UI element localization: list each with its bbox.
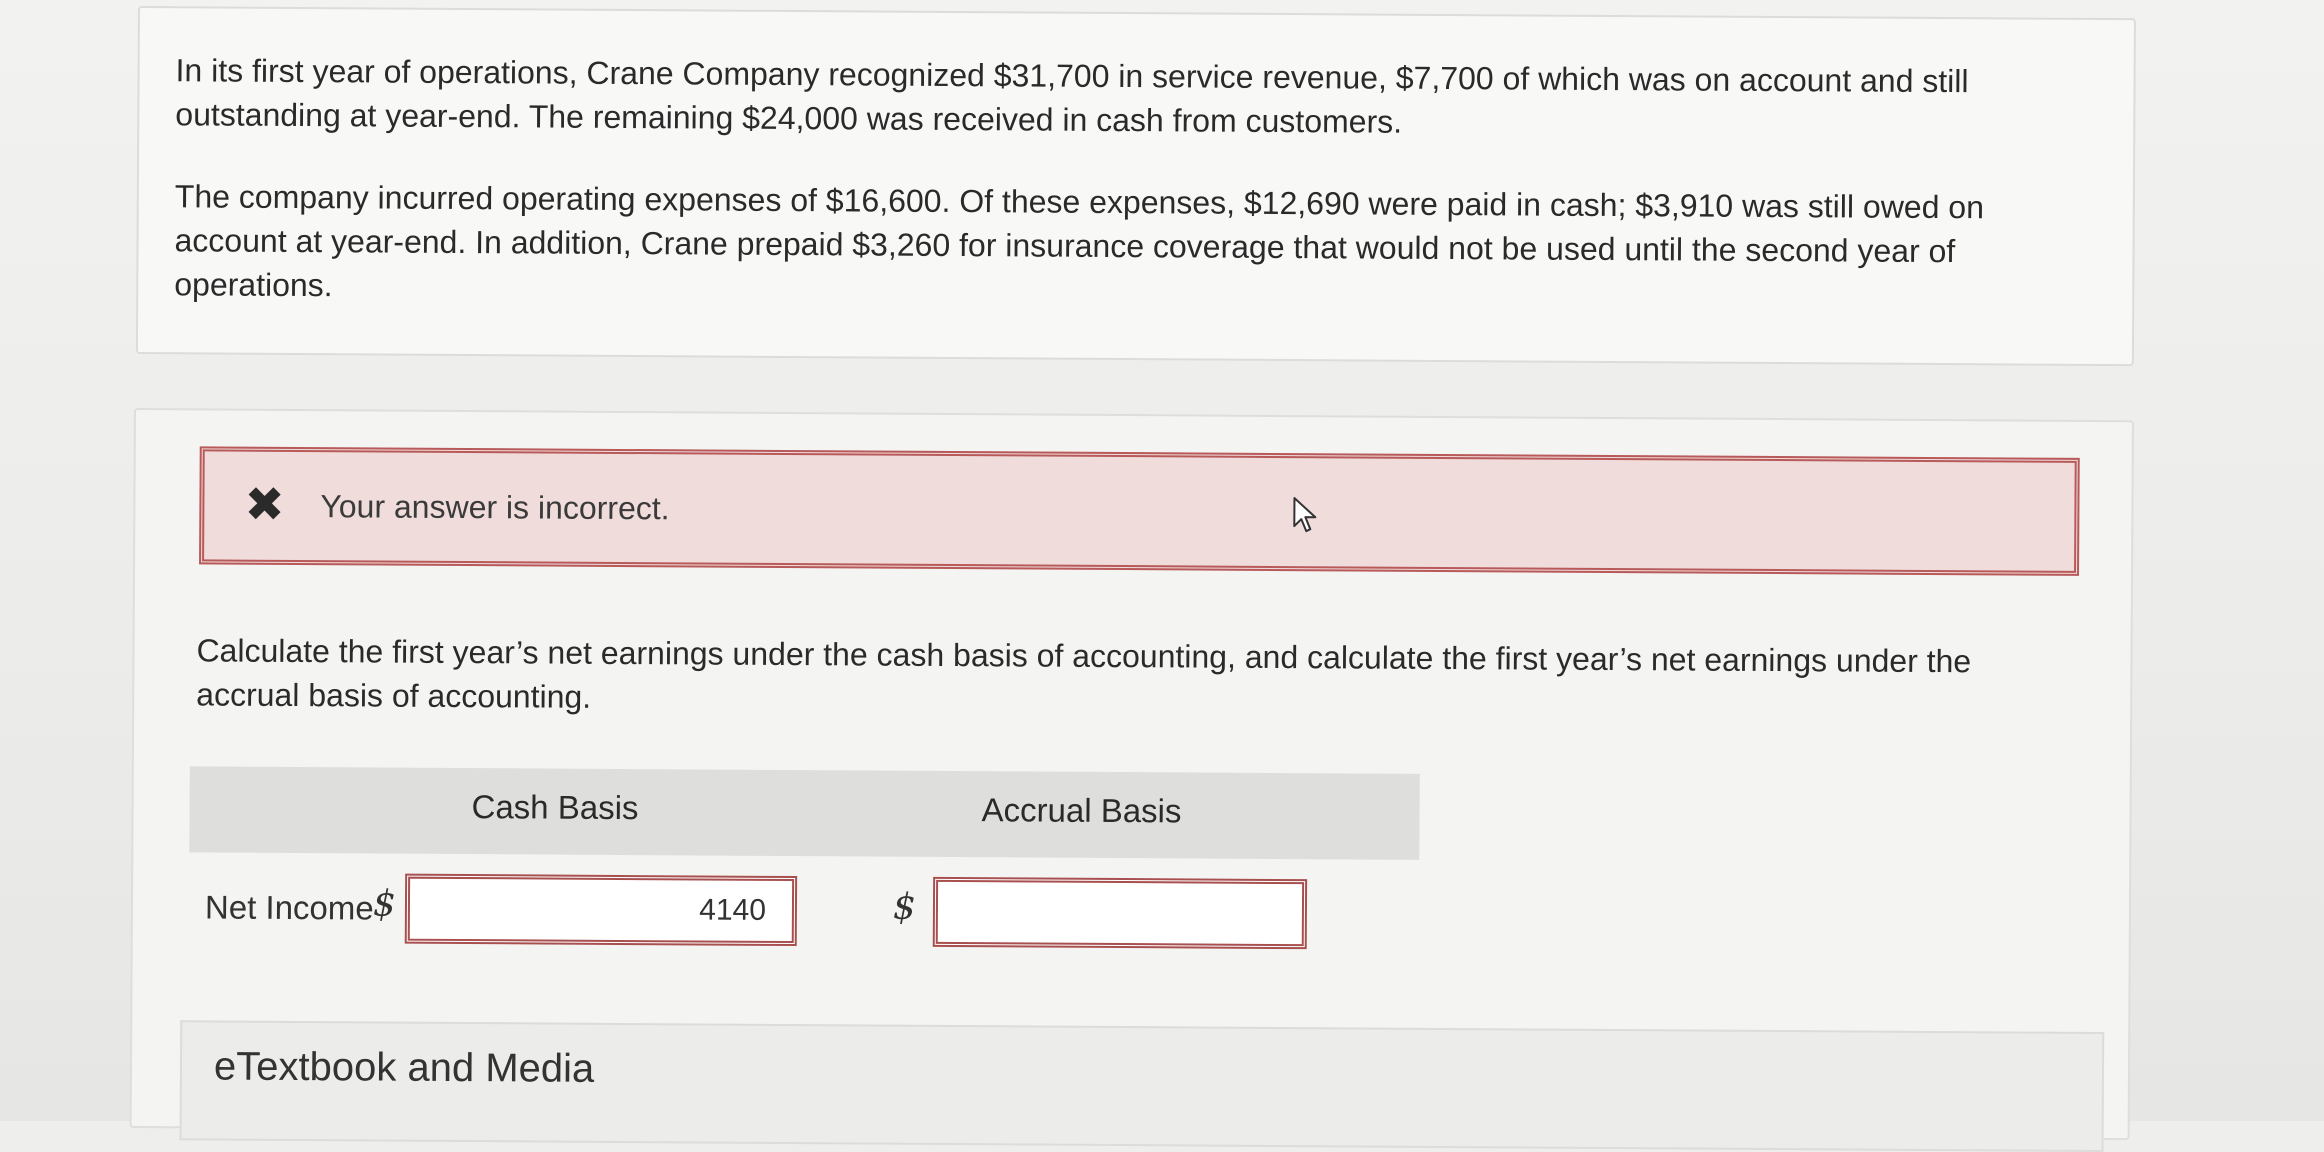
answer-panel: ✖ Your answer is incorrect. Calculate th… [129, 408, 2134, 1152]
etextbook-media-label: eTextbook and Media [213, 1044, 595, 1091]
cash-currency-symbol: $ [372, 883, 397, 925]
net-income-label: Net Income [204, 888, 374, 927]
accrual-basis-column-header: Accrual Basis [981, 791, 1182, 830]
close-x-icon: ✖ [244, 478, 285, 532]
cash-basis-input[interactable] [404, 873, 798, 947]
alert-message: Your answer is incorrect. [320, 487, 670, 526]
cash-basis-column-header: Cash Basis [471, 788, 639, 827]
mouse-pointer-icon [1293, 497, 1317, 533]
accrual-basis-input[interactable] [932, 876, 1308, 950]
incorrect-answer-alert: ✖ Your answer is incorrect. [199, 446, 2080, 576]
answer-table-header: Cash Basis Accrual Basis [189, 766, 1420, 860]
problem-statement: In its first year of operations, Crane C… [135, 6, 2136, 367]
problem-paragraph-2: The company incurred operating expenses … [174, 178, 1985, 304]
etextbook-media-section[interactable]: eTextbook and Media [179, 1020, 2105, 1152]
accrual-currency-symbol: $ [892, 886, 916, 928]
problem-paragraph-1: In its first year of operations, Crane C… [175, 52, 1969, 140]
question-text: Calculate the first year’s net earnings … [196, 632, 1972, 715]
